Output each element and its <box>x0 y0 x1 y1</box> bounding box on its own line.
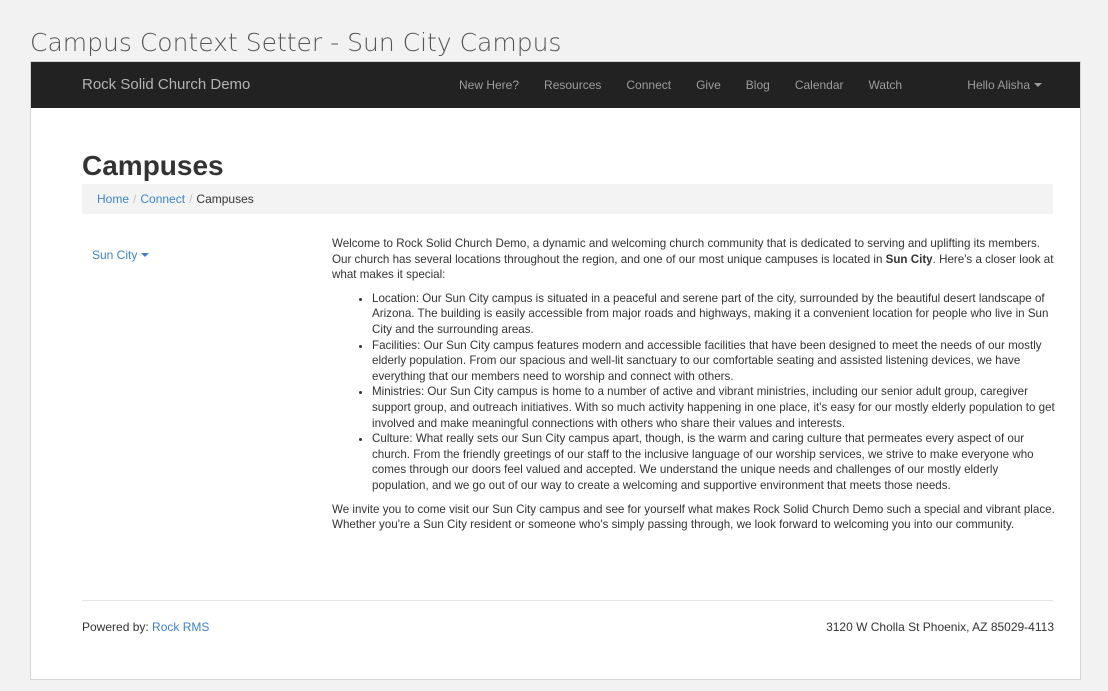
brand-link[interactable]: Rock Solid Church Demo <box>82 76 250 93</box>
user-greeting: Hello Alisha <box>967 78 1030 92</box>
campus-content: Welcome to Rock Solid Church Demo, a dyn… <box>332 236 1056 541</box>
powered-by: Powered by: Rock RMS <box>82 620 209 634</box>
user-menu[interactable]: Hello Alisha <box>967 78 1042 92</box>
breadcrumb-separator: / <box>133 192 137 206</box>
campus-features-list: Location: Our Sun City campus is situate… <box>332 291 1056 494</box>
chevron-down-icon <box>1034 83 1042 87</box>
chevron-down-icon <box>141 253 150 257</box>
closing-paragraph: We invite you to come visit our Sun City… <box>332 502 1055 532</box>
page-title: Campuses <box>82 150 224 181</box>
breadcrumb-current: Campuses <box>196 192 254 206</box>
rock-rms-link[interactable]: Rock RMS <box>152 620 209 634</box>
church-address: 3120 W Cholla St Phoenix, AZ 85029-4113 <box>826 620 1054 634</box>
nav-blog[interactable]: Blog <box>746 78 770 92</box>
nav-resources[interactable]: Resources <box>544 78 601 92</box>
intro-campus-name: Sun City <box>885 252 933 266</box>
nav-calendar[interactable]: Calendar <box>795 78 844 92</box>
list-item: Facilities: Our Sun City campus features… <box>372 338 1056 385</box>
breadcrumb: Home / Connect / Campuses <box>82 184 1053 214</box>
browser-frame: Rock Solid Church Demo New Here? Resourc… <box>30 61 1081 680</box>
breadcrumb-home[interactable]: Home <box>97 192 129 206</box>
list-item: Ministries: Our Sun City campus is home … <box>372 384 1056 431</box>
powered-by-label: Powered by: <box>82 620 153 634</box>
screenshot-caption: Campus Context Setter - Sun City Campus <box>30 28 562 57</box>
nav-watch[interactable]: Watch <box>869 78 903 92</box>
footer-divider <box>82 600 1053 601</box>
nav-give[interactable]: Give <box>696 78 721 92</box>
main-nav: New Here? Resources Connect Give Blog Ca… <box>459 78 902 92</box>
breadcrumb-connect[interactable]: Connect <box>140 192 185 206</box>
top-navbar: Rock Solid Church Demo New Here? Resourc… <box>31 62 1080 108</box>
nav-new-here[interactable]: New Here? <box>459 78 519 92</box>
list-item: Location: Our Sun City campus is situate… <box>372 291 1056 338</box>
nav-connect[interactable]: Connect <box>626 78 671 92</box>
campus-context-picker[interactable]: Sun City <box>92 248 150 262</box>
list-item: Culture: What really sets our Sun City c… <box>372 431 1056 493</box>
breadcrumb-separator: / <box>189 192 193 206</box>
intro-paragraph: Welcome to Rock Solid Church Demo, a dyn… <box>332 236 1056 283</box>
campus-picker-label: Sun City <box>92 248 138 262</box>
